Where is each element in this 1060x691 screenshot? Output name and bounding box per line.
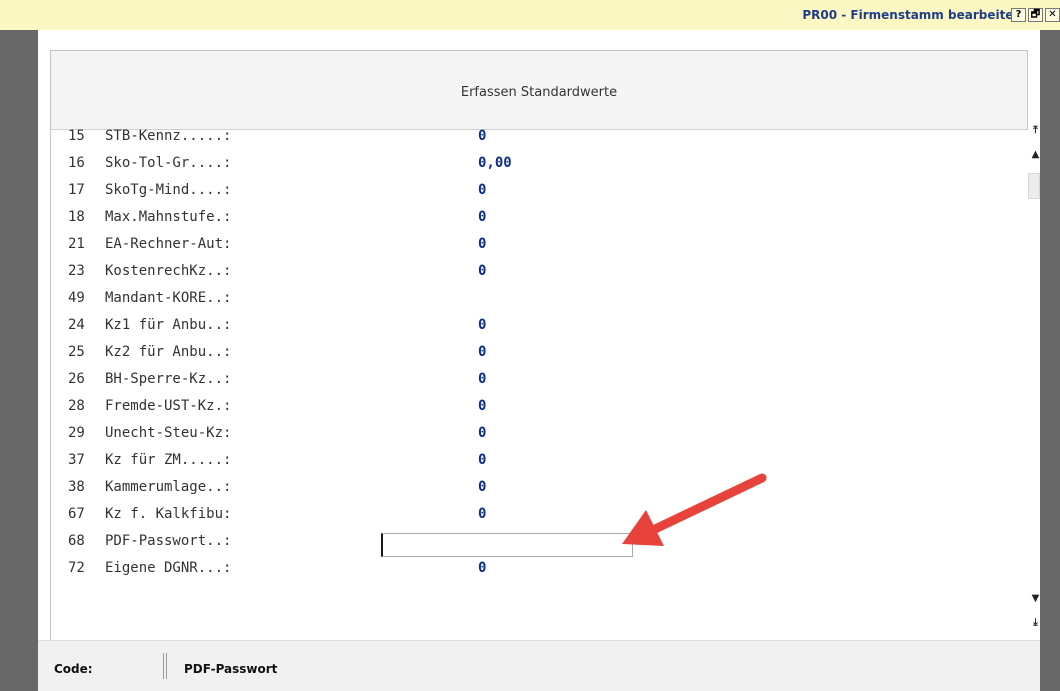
row-number: 21	[68, 236, 85, 252]
row-number: 49	[68, 290, 85, 306]
row-label: Sko-Tol-Gr....:	[105, 155, 232, 171]
field-row-49[interactable]: 49 Mandant-KORE..:	[68, 285, 628, 312]
status-field-name: PDF-Passwort	[184, 662, 278, 676]
status-separator	[163, 653, 167, 679]
row-value: 0	[478, 182, 487, 198]
field-row-25[interactable]: 25 Kz2 für Anbu..: 0	[68, 339, 628, 366]
row-number: 18	[68, 209, 85, 225]
window-title: PR00 - Firmenstamm bearbeiten	[802, 8, 1022, 22]
row-number: 24	[68, 317, 85, 333]
content-border	[50, 130, 51, 640]
row-label: Eigene DGNR...:	[105, 560, 232, 576]
row-label: Kammerumlage..:	[105, 479, 232, 495]
row-label: Kz f. Kalkfibu:	[105, 506, 232, 522]
scroll-bottom-icon[interactable]: ⤓	[1031, 616, 1040, 630]
dialog-panel: Erfassen Standardwerte 15 STB-Kennz.....:…	[38, 30, 1040, 691]
field-row-15[interactable]: 15 STB-Kennz.....: 0	[68, 123, 628, 150]
help-button[interactable]: ?	[1011, 8, 1026, 22]
row-label: Kz1 für Anbu..:	[105, 317, 232, 333]
dialog-header: Erfassen Standardwerte	[50, 50, 1028, 130]
row-number: 16	[68, 155, 85, 171]
row-label: Mandant-KORE..:	[105, 290, 232, 306]
field-list: 15 STB-Kennz.....: 0 16 Sko-Tol-Gr....: 0,00…	[68, 123, 633, 582]
row-label: Kz für ZM.....:	[105, 452, 232, 468]
row-value: 0	[478, 344, 487, 360]
field-row-29[interactable]: 29 Unecht-Steu-Kz: 0	[68, 420, 628, 447]
row-value: 0	[478, 479, 487, 495]
status-code-label: Code:	[54, 662, 93, 676]
left-background-band	[0, 30, 38, 691]
row-value: 0	[478, 371, 487, 387]
field-row-24[interactable]: 24 Kz1 für Anbu..: 0	[68, 312, 628, 339]
row-value: 0	[478, 398, 487, 414]
row-value: 0,00	[478, 155, 512, 171]
row-value: 0	[478, 452, 487, 468]
row-label: KostenrechKz..:	[105, 263, 232, 279]
restore-button[interactable]: 🗗	[1028, 8, 1043, 22]
status-bar: Code: PDF-Passwort	[38, 640, 1040, 691]
field-row-18[interactable]: 18 Max.Mahnstufe.: 0	[68, 204, 628, 231]
field-row-38[interactable]: 38 Kammerumlage..: 0	[68, 474, 628, 501]
row-value: 0	[478, 425, 487, 441]
scrollbar[interactable]: ⤒ ▲ ▼ ⤓	[1026, 124, 1040, 632]
row-number: 68	[68, 533, 85, 549]
field-row-21[interactable]: 21 EA-Rechner-Aut: 0	[68, 231, 628, 258]
row-number: 29	[68, 425, 85, 441]
row-label: STB-Kennz.....:	[105, 128, 232, 144]
dialog-title: Erfassen Standardwerte	[460, 85, 618, 100]
field-row-26[interactable]: 26 BH-Sperre-Kz..: 0	[68, 366, 628, 393]
row-value: 0	[478, 128, 487, 144]
row-label: Kz2 für Anbu..:	[105, 344, 232, 360]
row-number: 23	[68, 263, 85, 279]
row-number: 38	[68, 479, 85, 495]
row-value: 0	[478, 317, 487, 333]
field-row-72[interactable]: 72 Eigene DGNR...: 0	[68, 555, 628, 582]
field-row-67[interactable]: 67 Kz f. Kalkfibu: 0	[68, 501, 628, 528]
scroll-thumb[interactable]	[1028, 173, 1040, 199]
row-label: Max.Mahnstufe.:	[105, 209, 232, 225]
row-number: 25	[68, 344, 85, 360]
row-value: 0	[478, 209, 487, 225]
row-label: Unecht-Steu-Kz:	[105, 425, 232, 441]
window-titlebar: PR00 - Firmenstamm bearbeiten ? 🗗 ✕	[0, 0, 1060, 30]
row-value: 0	[478, 506, 487, 522]
field-row-28[interactable]: 28 Fremde-UST-Kz.: 0	[68, 393, 628, 420]
row-number: 37	[68, 452, 85, 468]
row-label: SkoTg-Mind....:	[105, 182, 232, 198]
row-value: 0	[478, 560, 487, 576]
row-label: BH-Sperre-Kz..:	[105, 371, 232, 387]
scroll-down-icon[interactable]: ▼	[1031, 592, 1040, 606]
row-number: 28	[68, 398, 85, 414]
row-value: 0	[478, 236, 487, 252]
field-row-68: 68 PDF-Passwort..:	[68, 528, 633, 557]
right-background-band	[1040, 30, 1060, 691]
row-label: PDF-Passwort..:	[105, 533, 232, 549]
pdf-password-input[interactable]	[381, 533, 633, 557]
row-number: 72	[68, 560, 85, 576]
row-value: 0	[478, 263, 487, 279]
row-number: 17	[68, 182, 85, 198]
row-label: EA-Rechner-Aut:	[105, 236, 232, 252]
field-row-16[interactable]: 16 Sko-Tol-Gr....: 0,00	[68, 150, 628, 177]
row-number: 15	[68, 128, 85, 144]
field-row-37[interactable]: 37 Kz für ZM.....: 0	[68, 447, 628, 474]
close-button[interactable]: ✕	[1045, 8, 1060, 22]
row-number: 26	[68, 371, 85, 387]
scroll-up-icon[interactable]: ▲	[1031, 148, 1040, 162]
row-label: Fremde-UST-Kz.:	[105, 398, 232, 414]
field-row-23[interactable]: 23 KostenrechKz..: 0	[68, 258, 628, 285]
field-row-17[interactable]: 17 SkoTg-Mind....: 0	[68, 177, 628, 204]
window-controls: ? 🗗 ✕	[1011, 8, 1060, 22]
scroll-top-icon[interactable]: ⤒	[1031, 124, 1040, 138]
row-number: 67	[68, 506, 85, 522]
